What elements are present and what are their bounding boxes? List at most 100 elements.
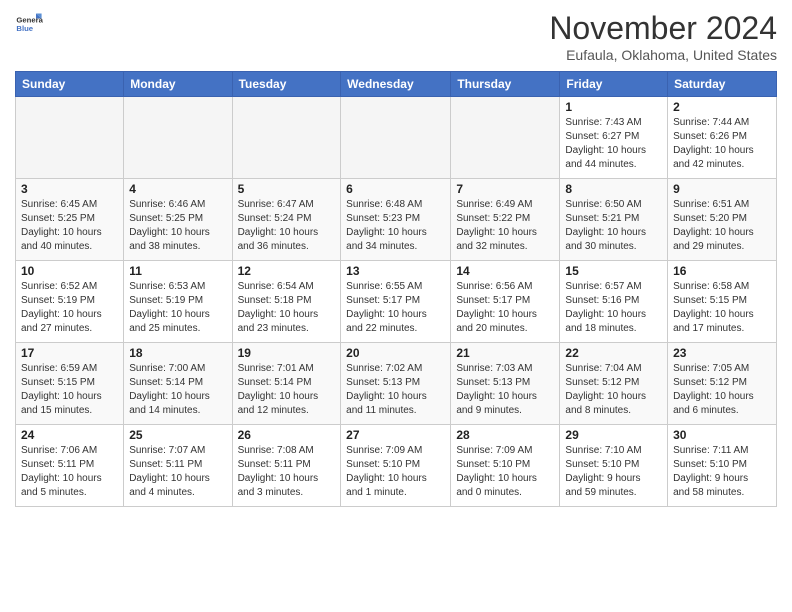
header: General Blue November 2024 Eufaula, Okla…: [15, 10, 777, 63]
day-cell: [341, 97, 451, 179]
logo-icon: General Blue: [15, 10, 43, 38]
day-cell: 30Sunrise: 7:11 AMSunset: 5:10 PMDayligh…: [668, 425, 777, 507]
day-info: Sunrise: 6:59 AMSunset: 5:15 PMDaylight:…: [21, 362, 118, 418]
day-number: 24: [21, 428, 118, 442]
day-number: 5: [238, 182, 336, 196]
day-cell: 29 Sunrise: 7:10 AMSunset: 5:10 PMDayligh…: [560, 425, 668, 507]
day-cell: [232, 97, 341, 179]
day-number: 22: [565, 346, 662, 360]
day-info: Sunrise: 7:04 AMSunset: 5:12 PMDaylight:…: [565, 362, 662, 418]
day-info: Sunrise: 7:11 AMSunset: 5:10 PMDaylight:…: [673, 444, 771, 500]
day-number: 8: [565, 182, 662, 196]
day-number: 3: [21, 182, 118, 196]
day-info: Sunrise: 7:07 AMSunset: 5:11 PMDaylight:…: [129, 444, 226, 500]
day-number: 20: [346, 346, 445, 360]
header-saturday: Saturday: [668, 72, 777, 97]
day-cell: 3 Sunrise: 6:45 AMSunset: 5:25 PMDaylight…: [16, 179, 124, 261]
day-info: Sunrise: 7:43 AMSunset: 6:27 PMDaylight:…: [565, 116, 662, 172]
day-info: Sunrise: 7:00 AMSunset: 5:14 PMDaylight:…: [129, 362, 226, 418]
day-number: 4: [129, 182, 226, 196]
day-info: Sunrise: 6:46 AMSunset: 5:25 PMDaylight:…: [129, 198, 226, 254]
day-cell: 22 Sunrise: 7:04 AMSunset: 5:12 PMDayligh…: [560, 343, 668, 425]
day-cell: 18 Sunrise: 7:00 AMSunset: 5:14 PMDayligh…: [124, 343, 232, 425]
day-info: Sunrise: 6:50 AMSunset: 5:21 PMDaylight:…: [565, 198, 662, 254]
day-info: Sunrise: 7:05 AMSunset: 5:12 PMDaylight:…: [673, 362, 771, 418]
day-cell: [451, 97, 560, 179]
title-section: November 2024 Eufaula, Oklahoma, United …: [549, 10, 777, 63]
header-sunday: Sunday: [16, 72, 124, 97]
svg-text:Blue: Blue: [16, 24, 33, 33]
day-info: Sunrise: 7:03 AMSunset: 5:13 PMDaylight:…: [456, 362, 554, 418]
header-monday: Monday: [124, 72, 232, 97]
day-number: 17: [21, 346, 118, 360]
day-number: 15: [565, 264, 662, 278]
day-number: 29: [565, 428, 662, 442]
day-number: 23: [673, 346, 771, 360]
day-cell: 27Sunrise: 7:09 AMSunset: 5:10 PMDayligh…: [341, 425, 451, 507]
day-number: 28: [456, 428, 554, 442]
day-info: Sunrise: 6:53 AMSunset: 5:19 PMDaylight:…: [129, 280, 226, 336]
day-cell: 14 Sunrise: 6:56 AMSunset: 5:17 PMDayligh…: [451, 261, 560, 343]
location: Eufaula, Oklahoma, United States: [549, 47, 777, 63]
day-cell: 19 Sunrise: 7:01 AMSunset: 5:14 PMDayligh…: [232, 343, 341, 425]
day-cell: 5 Sunrise: 6:47 AMSunset: 5:24 PMDaylight…: [232, 179, 341, 261]
calendar-header-row: SundayMondayTuesdayWednesdayThursdayFrid…: [16, 72, 777, 97]
calendar-table: SundayMondayTuesdayWednesdayThursdayFrid…: [15, 71, 777, 507]
day-number: 21: [456, 346, 554, 360]
day-number: 16: [673, 264, 771, 278]
day-number: 25: [129, 428, 226, 442]
day-cell: 15 Sunrise: 6:57 AMSunset: 5:16 PMDayligh…: [560, 261, 668, 343]
day-number: 2: [673, 100, 771, 114]
day-number: 19: [238, 346, 336, 360]
day-info: Sunrise: 7:44 AMSunset: 6:26 PMDaylight:…: [673, 116, 771, 172]
day-cell: [16, 97, 124, 179]
day-number: 1: [565, 100, 662, 114]
day-number: 7: [456, 182, 554, 196]
day-cell: 28Sunrise: 7:09 AMSunset: 5:10 PMDayligh…: [451, 425, 560, 507]
day-info: Sunrise: 6:57 AMSunset: 5:16 PMDaylight:…: [565, 280, 662, 336]
header-thursday: Thursday: [451, 72, 560, 97]
day-info: Sunrise: 6:55 AMSunset: 5:17 PMDaylight:…: [346, 280, 445, 336]
day-cell: 23 Sunrise: 7:05 AMSunset: 5:12 PMDayligh…: [668, 343, 777, 425]
day-cell: 20 Sunrise: 7:02 AMSunset: 5:13 PMDayligh…: [341, 343, 451, 425]
logo: General Blue: [15, 10, 43, 38]
header-wednesday: Wednesday: [341, 72, 451, 97]
day-cell: 21 Sunrise: 7:03 AMSunset: 5:13 PMDayligh…: [451, 343, 560, 425]
day-info: Sunrise: 6:56 AMSunset: 5:17 PMDaylight:…: [456, 280, 554, 336]
day-info: Sunrise: 7:01 AMSunset: 5:14 PMDaylight:…: [238, 362, 336, 418]
header-friday: Friday: [560, 72, 668, 97]
day-info: Sunrise: 7:10 AMSunset: 5:10 PMDaylight:…: [565, 444, 662, 500]
day-info: Sunrise: 6:47 AMSunset: 5:24 PMDaylight:…: [238, 198, 336, 254]
day-info: Sunrise: 6:48 AMSunset: 5:23 PMDaylight:…: [346, 198, 445, 254]
day-cell: 25 Sunrise: 7:07 AMSunset: 5:11 PMDayligh…: [124, 425, 232, 507]
day-cell: 26 Sunrise: 7:08 AMSunset: 5:11 PMDayligh…: [232, 425, 341, 507]
day-info: Sunrise: 6:49 AMSunset: 5:22 PMDaylight:…: [456, 198, 554, 254]
week-row-0: 1 Sunrise: 7:43 AMSunset: 6:27 PMDaylight…: [16, 97, 777, 179]
day-info: Sunrise: 6:54 AMSunset: 5:18 PMDaylight:…: [238, 280, 336, 336]
day-number: 18: [129, 346, 226, 360]
day-cell: 7 Sunrise: 6:49 AMSunset: 5:22 PMDaylight…: [451, 179, 560, 261]
day-number: 9: [673, 182, 771, 196]
day-number: 6: [346, 182, 445, 196]
day-number: 14: [456, 264, 554, 278]
header-tuesday: Tuesday: [232, 72, 341, 97]
day-info: Sunrise: 6:52 AMSunset: 5:19 PMDaylight:…: [21, 280, 118, 336]
day-number: 11: [129, 264, 226, 278]
day-cell: 17 Sunrise: 6:59 AMSunset: 5:15 PMDayligh…: [16, 343, 124, 425]
day-cell: 1 Sunrise: 7:43 AMSunset: 6:27 PMDaylight…: [560, 97, 668, 179]
day-cell: 8 Sunrise: 6:50 AMSunset: 5:21 PMDaylight…: [560, 179, 668, 261]
day-cell: 16Sunrise: 6:58 AMSunset: 5:15 PMDayligh…: [668, 261, 777, 343]
day-cell: 24 Sunrise: 7:06 AMSunset: 5:11 PMDayligh…: [16, 425, 124, 507]
day-cell: 10 Sunrise: 6:52 AMSunset: 5:19 PMDayligh…: [16, 261, 124, 343]
page-container: General Blue November 2024 Eufaula, Okla…: [0, 0, 792, 512]
day-info: Sunrise: 7:08 AMSunset: 5:11 PMDaylight:…: [238, 444, 336, 500]
day-number: 26: [238, 428, 336, 442]
day-cell: 2 Sunrise: 7:44 AMSunset: 6:26 PMDaylight…: [668, 97, 777, 179]
day-number: 10: [21, 264, 118, 278]
day-info: Sunrise: 6:45 AMSunset: 5:25 PMDaylight:…: [21, 198, 118, 254]
day-cell: 12Sunrise: 6:54 AMSunset: 5:18 PMDayligh…: [232, 261, 341, 343]
day-number: 13: [346, 264, 445, 278]
day-info: Sunrise: 7:02 AMSunset: 5:13 PMDaylight:…: [346, 362, 445, 418]
day-info: Sunrise: 7:06 AMSunset: 5:11 PMDaylight:…: [21, 444, 118, 500]
week-row-2: 10 Sunrise: 6:52 AMSunset: 5:19 PMDayligh…: [16, 261, 777, 343]
